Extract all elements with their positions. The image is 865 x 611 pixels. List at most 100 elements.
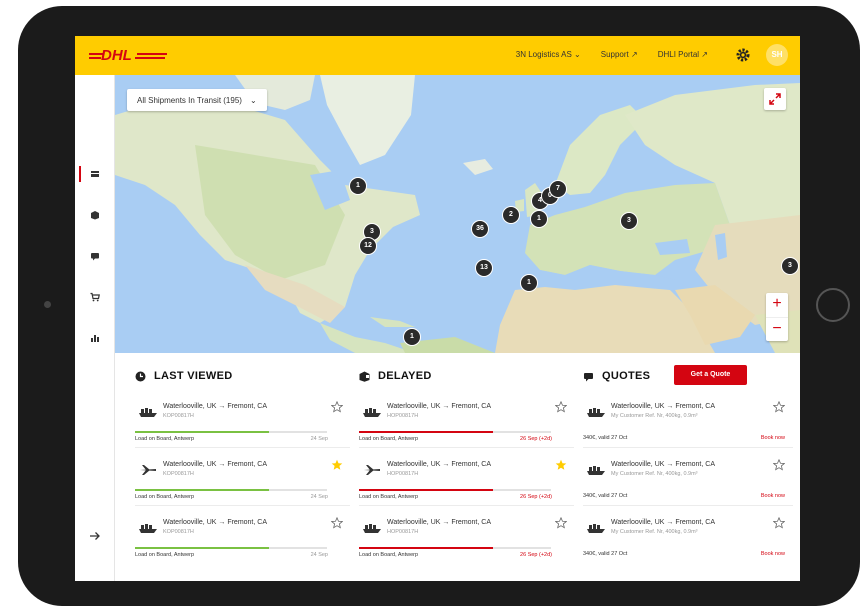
cart-icon bbox=[90, 292, 100, 302]
sidebar-item-shipments[interactable] bbox=[75, 163, 115, 185]
shipment-date: 26 Sep (+2d) bbox=[520, 552, 552, 558]
chevron-down-icon: ⌄ bbox=[249, 95, 257, 105]
panel-title: LAST VIEWED bbox=[154, 370, 233, 382]
progress-bar bbox=[359, 489, 551, 491]
map-cluster[interactable]: 3 bbox=[781, 257, 799, 275]
book-now-link[interactable]: Book now bbox=[761, 493, 785, 499]
dhl-logo[interactable]: DHL bbox=[89, 46, 169, 64]
shipment-route: Waterlooville, UK → Fremont, CA bbox=[387, 461, 491, 468]
quote-details: My Customer Ref. Nr, 400kg, 0.9m³ bbox=[611, 471, 698, 477]
panel-header: DELAYED bbox=[359, 365, 432, 387]
map-cluster[interactable]: 36 bbox=[471, 220, 489, 238]
star-icon[interactable] bbox=[331, 517, 343, 529]
get-quote-button[interactable]: Get a Quote bbox=[674, 365, 747, 385]
shipment-card[interactable]: Waterlooville, UK → Fremont, CA KOP00817… bbox=[135, 395, 350, 453]
map-cluster[interactable]: 1 bbox=[520, 274, 538, 292]
shipment-card[interactable]: Waterlooville, UK → Fremont, CA KOP00817… bbox=[135, 453, 350, 511]
quote-route: Waterlooville, UK → Fremont, CA bbox=[611, 403, 715, 410]
clock-icon bbox=[135, 371, 146, 381]
alert-box-icon bbox=[359, 371, 370, 382]
ship-icon bbox=[139, 524, 157, 533]
ship-icon bbox=[587, 408, 605, 417]
quote-card[interactable]: Waterlooville, UK → Fremont, CA My Custo… bbox=[583, 453, 793, 511]
chevron-down-icon: ⌄ bbox=[574, 50, 581, 59]
shipment-ref: KOP00817H bbox=[163, 471, 194, 477]
star-filled-icon[interactable] bbox=[331, 459, 343, 471]
zoom-in-button[interactable]: + bbox=[766, 293, 788, 317]
map-cluster[interactable]: 7 bbox=[549, 180, 567, 198]
shipment-date: 24 Sep bbox=[310, 436, 328, 442]
shipment-map[interactable]: All Shipments In Transit (195) ⌄ + − 1 3… bbox=[115, 75, 800, 353]
progress-bar bbox=[359, 431, 551, 433]
shipment-card[interactable]: Waterlooville, UK → Fremont, CA HOP00817… bbox=[359, 511, 574, 569]
divider bbox=[583, 447, 793, 448]
shipment-card[interactable]: Waterlooville, UK → Fremont, CA HOP00817… bbox=[359, 453, 574, 511]
home-button bbox=[816, 288, 850, 322]
quote-details: My Customer Ref. Nr, 400kg, 0.9m³ bbox=[611, 529, 698, 535]
plane-icon bbox=[364, 465, 380, 475]
shipment-route: Waterlooville, UK → Fremont, CA bbox=[387, 519, 491, 526]
sidebar-item-box[interactable] bbox=[75, 204, 115, 226]
support-link[interactable]: Support ↗ bbox=[601, 50, 638, 59]
star-icon[interactable] bbox=[555, 401, 567, 413]
ship-icon bbox=[363, 408, 381, 417]
shipment-route: Waterlooville, UK → Fremont, CA bbox=[163, 403, 267, 410]
progress-bar bbox=[135, 431, 327, 433]
map-cluster[interactable]: 12 bbox=[359, 237, 377, 255]
book-now-link[interactable]: Book now bbox=[761, 551, 785, 557]
sidebar bbox=[75, 75, 115, 581]
map-cluster[interactable]: 13 bbox=[475, 259, 493, 277]
progress-bar bbox=[135, 489, 327, 491]
arrow-right-icon[interactable] bbox=[89, 530, 101, 542]
quote-card[interactable]: Waterlooville, UK → Fremont, CA My Custo… bbox=[583, 511, 793, 569]
progress-bar bbox=[135, 547, 327, 549]
divider bbox=[135, 447, 350, 448]
analytics-icon bbox=[91, 335, 99, 342]
star-icon[interactable] bbox=[555, 517, 567, 529]
shipment-date: 24 Sep bbox=[310, 494, 328, 500]
shipment-status: Load on Board, Antwerp bbox=[135, 552, 195, 558]
star-icon[interactable] bbox=[773, 401, 785, 413]
map-cluster[interactable]: 2 bbox=[502, 206, 520, 224]
shipment-status: Load on Board, Antwerp bbox=[135, 494, 195, 500]
zoom-controls: + − bbox=[766, 293, 788, 341]
shipment-date: 26 Sep (+2d) bbox=[520, 436, 552, 442]
account-dropdown[interactable]: 3N Logistics AS ⌄ bbox=[516, 50, 581, 59]
ship-icon bbox=[363, 524, 381, 533]
sidebar-item-messages[interactable] bbox=[75, 245, 115, 267]
map-cluster[interactable]: 1 bbox=[530, 210, 548, 228]
map-cluster[interactable]: 1 bbox=[349, 177, 367, 195]
star-icon[interactable] bbox=[773, 517, 785, 529]
gear-icon[interactable] bbox=[735, 47, 751, 63]
ship-icon bbox=[139, 408, 157, 417]
shipment-ref: KOP00817H bbox=[163, 529, 194, 535]
shipment-ref: KOP00817H bbox=[163, 413, 194, 419]
shipment-card[interactable]: Waterlooville, UK → Fremont, CA HOP00817… bbox=[359, 395, 574, 453]
fullscreen-button[interactable] bbox=[764, 88, 786, 110]
star-icon[interactable] bbox=[331, 401, 343, 413]
map-cluster[interactable]: 3 bbox=[620, 212, 638, 230]
sidebar-item-cart[interactable] bbox=[75, 286, 115, 308]
star-filled-icon[interactable] bbox=[555, 459, 567, 471]
divider bbox=[135, 505, 350, 506]
quote-card[interactable]: Waterlooville, UK → Fremont, CA My Custo… bbox=[583, 395, 793, 453]
shipment-card[interactable]: Waterlooville, UK → Fremont, CA KOP00817… bbox=[135, 511, 350, 569]
shipment-filter-dropdown[interactable]: All Shipments In Transit (195) ⌄ bbox=[127, 89, 267, 111]
quote-price: 340€, valid 27 Oct bbox=[583, 435, 628, 441]
shipment-status: Load on Board, Antwerp bbox=[359, 552, 419, 558]
book-now-link[interactable]: Book now bbox=[761, 435, 785, 441]
shipment-route: Waterlooville, UK → Fremont, CA bbox=[163, 519, 267, 526]
world-map bbox=[115, 75, 800, 353]
portal-link[interactable]: DHLI Portal ↗ bbox=[658, 50, 708, 59]
quote-route: Waterlooville, UK → Fremont, CA bbox=[611, 461, 715, 468]
star-icon[interactable] bbox=[773, 459, 785, 471]
shipment-route: Waterlooville, UK → Fremont, CA bbox=[387, 403, 491, 410]
divider bbox=[359, 447, 574, 448]
panel-header: QUOTES bbox=[583, 365, 650, 387]
avatar[interactable]: SH bbox=[766, 44, 788, 66]
zoom-out-button[interactable]: − bbox=[766, 317, 788, 341]
app-screen: DHL 3N Logistics AS ⌄ Support ↗ DHLI Por… bbox=[75, 36, 800, 581]
sidebar-item-analytics[interactable] bbox=[75, 327, 115, 349]
map-cluster[interactable]: 1 bbox=[403, 328, 421, 346]
shipment-date: 24 Sep bbox=[310, 552, 328, 558]
